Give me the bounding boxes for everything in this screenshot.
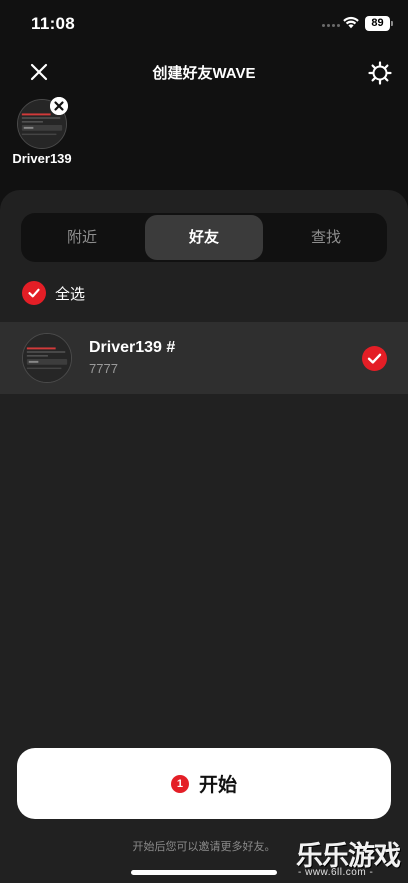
select-all-label: 全选 [55, 285, 86, 303]
tab-nearby[interactable]: 附近 [23, 215, 141, 260]
page-title: 创建好友WAVE [152, 65, 256, 82]
start-button-label: 开始 [198, 775, 237, 796]
selected-friends-strip: Driver139 [0, 97, 408, 177]
selected-friend-name: Driver139 [12, 151, 72, 166]
friend-name: Driver139 # [89, 339, 176, 356]
tab-search[interactable]: 查找 [267, 215, 385, 260]
watermark-logo: 乐乐游戏 - www.6ll.com - [296, 834, 408, 883]
cellular-signal-icon [322, 24, 340, 27]
select-all-toggle[interactable]: 全选 [22, 280, 85, 306]
tab-friends[interactable]: 好友 [145, 215, 263, 260]
gear-icon[interactable] [367, 60, 393, 86]
wifi-icon [343, 16, 359, 29]
list-item[interactable]: Driver139 # 7777 [0, 322, 408, 394]
avatar [22, 333, 72, 383]
checkmark-icon [22, 281, 46, 305]
friend-id: 7777 [89, 361, 118, 376]
battery-indicator: 89 [365, 16, 393, 31]
nav-bar: 创建好友WAVE [0, 52, 408, 92]
status-bar: 11:08 89 [0, 0, 408, 48]
start-button[interactable]: 1 开始 [17, 748, 391, 819]
remove-icon[interactable] [50, 97, 68, 115]
watermark-url: - www.6ll.com - [298, 867, 374, 878]
home-indicator [131, 870, 277, 875]
selected-count-badge: 1 [170, 774, 189, 793]
segmented-tabs: 附近 好友 查找 [21, 213, 387, 262]
checkmark-icon[interactable] [362, 346, 387, 371]
status-time: 11:08 [31, 14, 76, 33]
